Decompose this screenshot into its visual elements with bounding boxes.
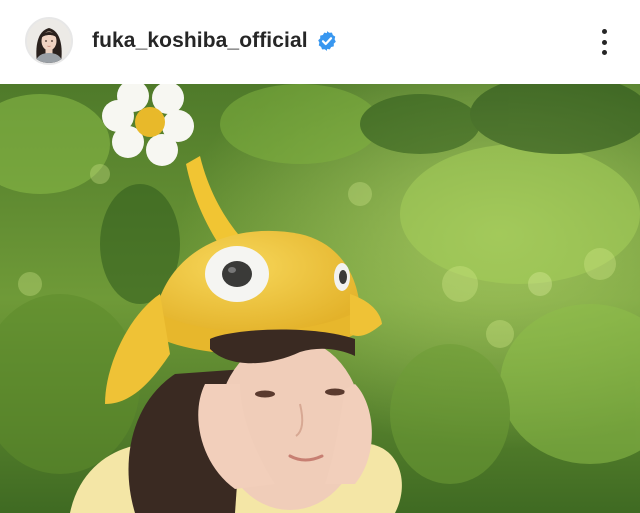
- username-link[interactable]: fuka_koshiba_official: [92, 28, 308, 54]
- instagram-post: fuka_koshiba_official: [0, 0, 640, 513]
- more-options-button[interactable]: [592, 26, 616, 58]
- verified-badge-icon: [318, 31, 336, 51]
- avatar[interactable]: [25, 17, 73, 65]
- post-header: fuka_koshiba_official: [0, 0, 640, 84]
- more-vertical-icon: [601, 29, 607, 34]
- post-photo[interactable]: [0, 84, 640, 513]
- post-photo-illustration: [0, 84, 640, 513]
- profile-avatar-icon: [27, 19, 71, 63]
